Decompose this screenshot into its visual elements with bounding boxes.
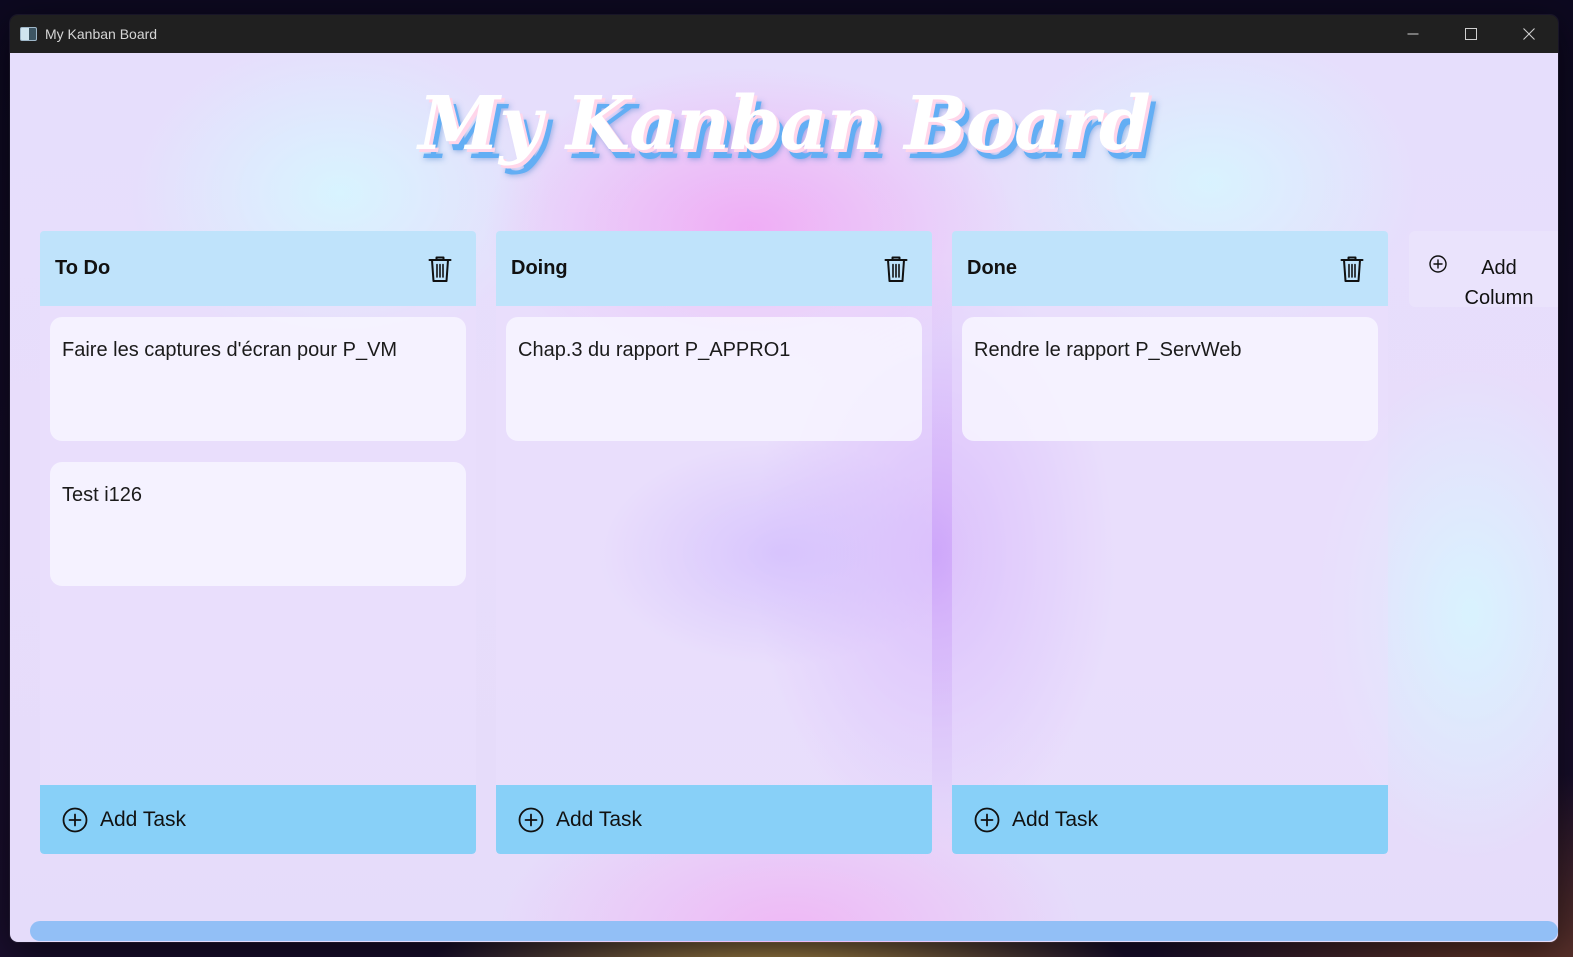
task-text: Rendre le rapport P_ServWeb	[974, 339, 1242, 361]
board-title: My Kanban Board	[418, 81, 1151, 167]
task-card[interactable]: Rendre le rapport P_ServWeb	[962, 317, 1378, 441]
delete-column-button[interactable]	[1338, 254, 1366, 284]
column-header: Doing	[496, 231, 932, 306]
window-title: My Kanban Board	[45, 26, 158, 42]
board-area: My Kanban Board To Do Faire les captures…	[10, 53, 1558, 942]
trash-icon	[428, 256, 452, 282]
minimize-icon	[1407, 33, 1419, 35]
trash-icon	[884, 256, 908, 282]
delete-column-button[interactable]	[426, 254, 454, 284]
task-text: Faire les captures d'écran pour P_VM	[62, 339, 398, 361]
add-column-label: Add Column	[1464, 257, 1534, 309]
column-to-do: To Do Faire les captures d'écran pour P_…	[40, 231, 476, 854]
window-controls	[1384, 15, 1558, 53]
plus-circle-icon	[1429, 255, 1447, 273]
add-task-label: Add Task	[556, 807, 642, 831]
add-task-label: Add Task	[100, 807, 186, 831]
delete-column-button[interactable]	[882, 254, 910, 284]
column-title[interactable]: Done	[967, 257, 1017, 280]
maximize-button[interactable]	[1442, 15, 1500, 53]
task-text: Chap.3 du rapport P_APPRO1	[518, 339, 791, 361]
add-task-button[interactable]: Add Task	[496, 785, 932, 854]
task-text: Test i126	[62, 484, 143, 506]
column-header: Done	[952, 231, 1388, 306]
add-task-button[interactable]: Add Task	[952, 785, 1388, 854]
column-done: Done Rendre le rapport P_ServWeb Add Tas…	[952, 231, 1388, 854]
close-icon	[1523, 28, 1535, 40]
add-column-button[interactable]: Add Column	[1409, 231, 1558, 309]
close-button[interactable]	[1500, 15, 1558, 53]
column-title[interactable]: Doing	[511, 257, 568, 280]
horizontal-scrollbar[interactable]	[30, 921, 1558, 941]
title-bar[interactable]: My Kanban Board	[10, 15, 1558, 53]
app-window: My Kanban Board My Kanban Board To Do Fa…	[10, 15, 1558, 942]
add-task-button[interactable]: Add Task	[40, 785, 476, 854]
trash-icon	[1340, 256, 1364, 282]
app-icon	[20, 27, 37, 41]
add-task-label: Add Task	[1012, 807, 1098, 831]
task-card[interactable]: Faire les captures d'écran pour P_VM	[50, 317, 466, 441]
column-title[interactable]: To Do	[55, 257, 110, 280]
minimize-button[interactable]	[1384, 15, 1442, 53]
task-card[interactable]: Test i126	[50, 462, 466, 586]
plus-circle-icon	[62, 807, 88, 833]
column-header: To Do	[40, 231, 476, 306]
maximize-icon	[1465, 28, 1477, 40]
plus-circle-icon	[974, 807, 1000, 833]
column-doing: Doing Chap.3 du rapport P_APPRO1 Add Tas…	[496, 231, 932, 854]
plus-circle-icon	[518, 807, 544, 833]
task-card[interactable]: Chap.3 du rapport P_APPRO1	[506, 317, 922, 441]
